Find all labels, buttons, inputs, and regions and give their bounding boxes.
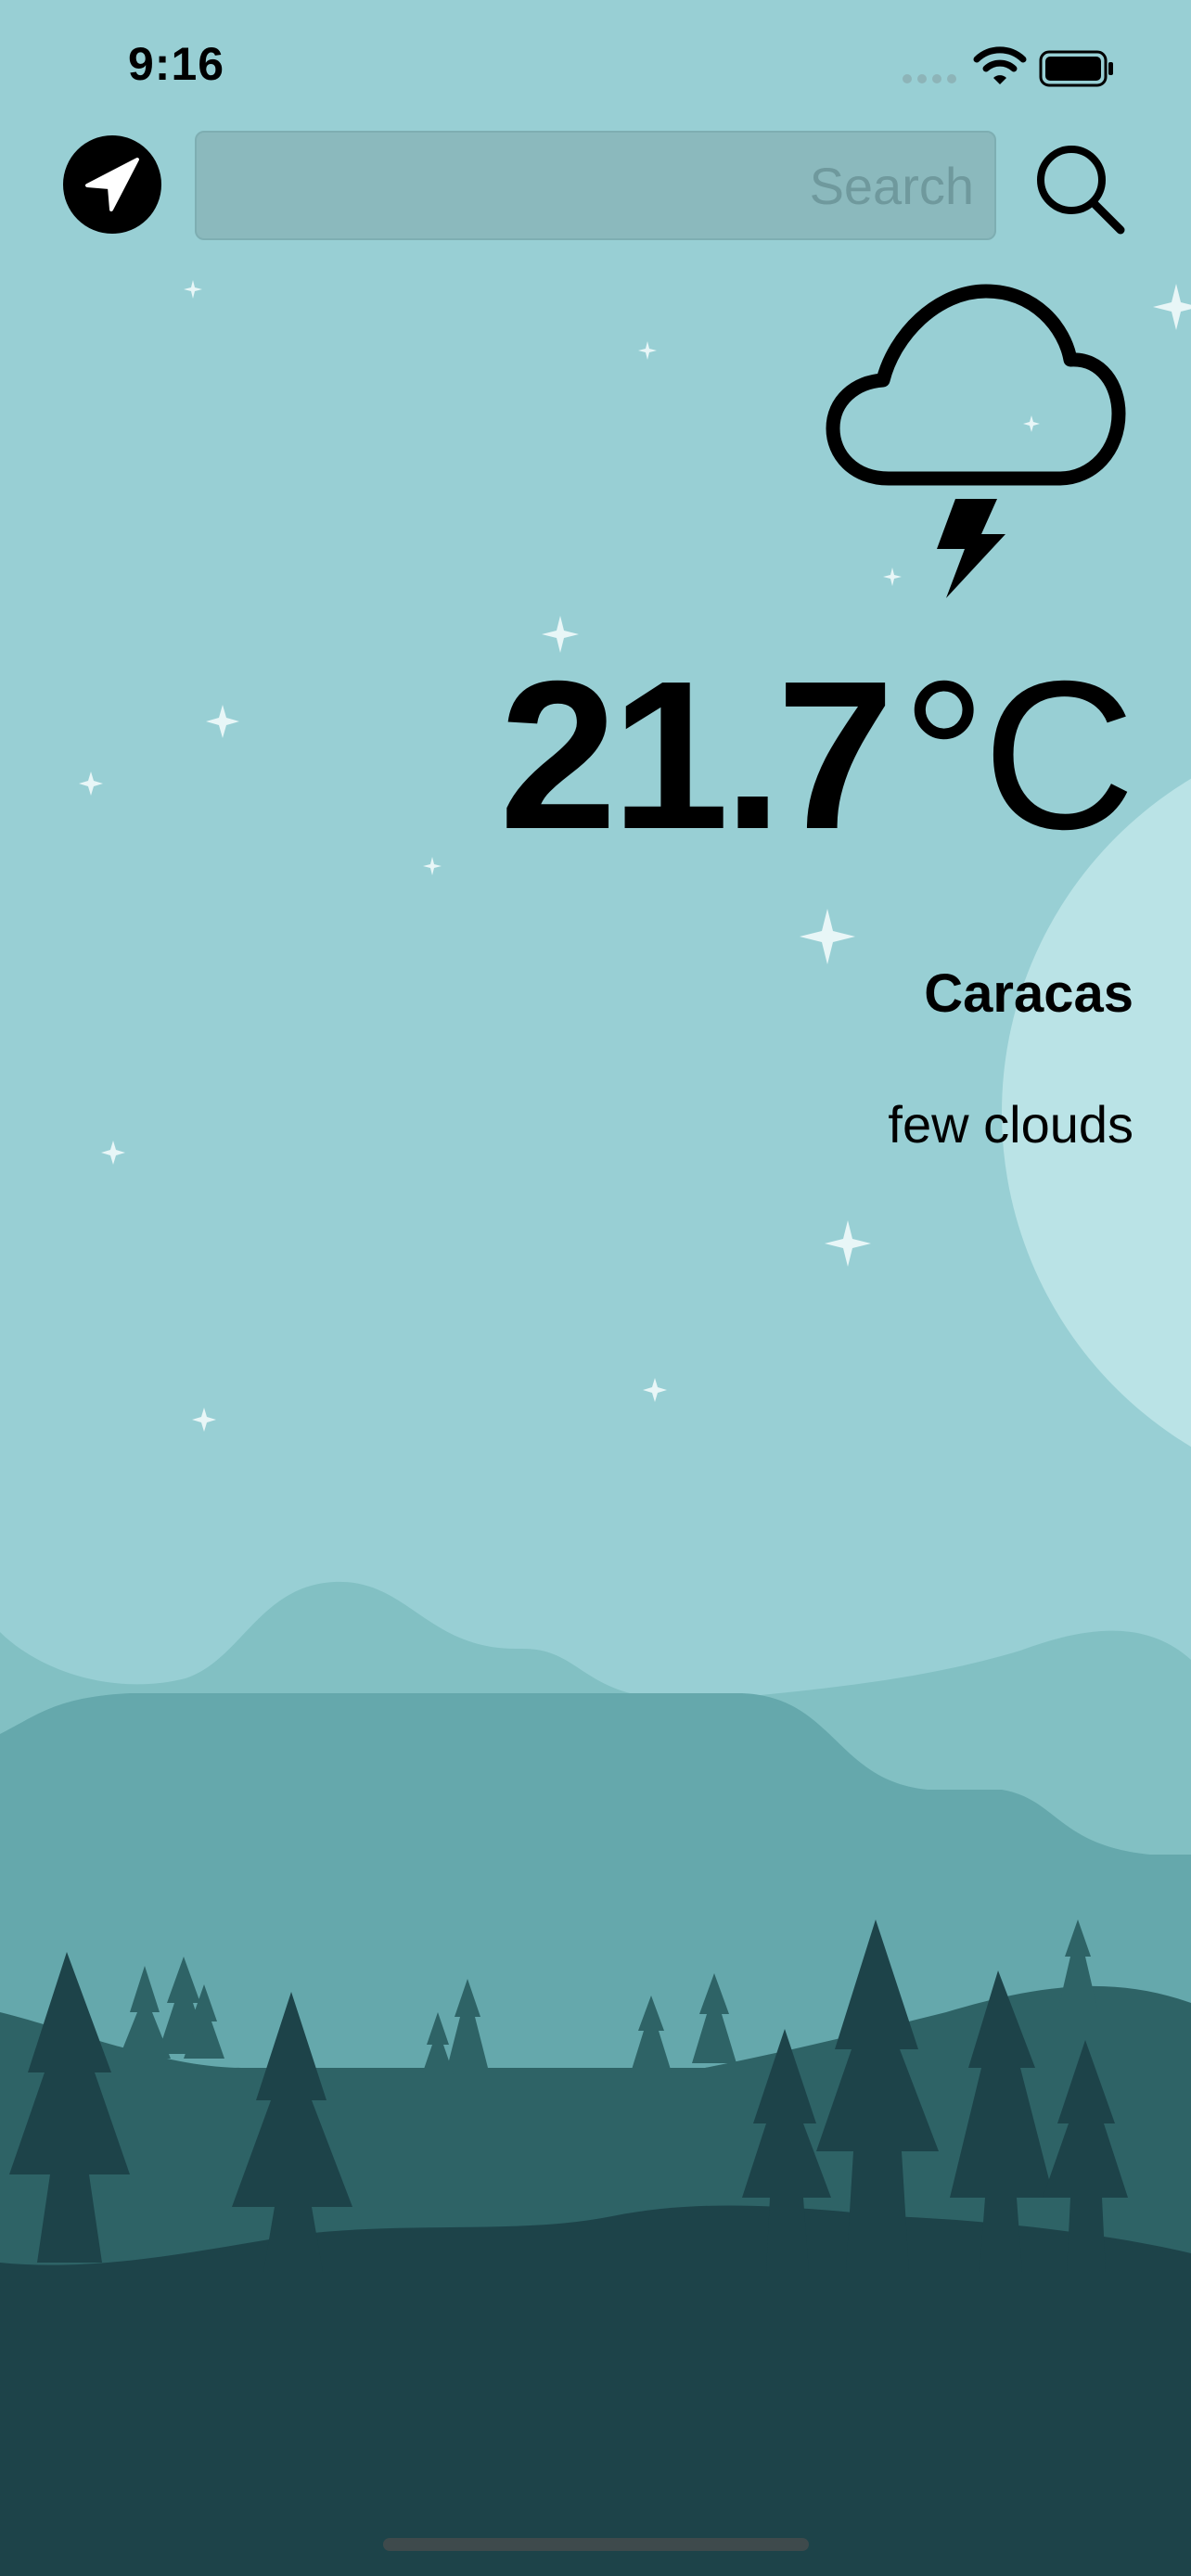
temperature-unit: °C [902, 638, 1135, 874]
city-name: Caracas [924, 963, 1133, 1024]
status-time: 9:16 [128, 38, 225, 90]
search-input[interactable] [197, 133, 994, 238]
signal-dots-icon [903, 74, 956, 83]
landscape-illustration [0, 1581, 1191, 2576]
location-arrow-icon [85, 158, 139, 211]
current-location-button[interactable] [63, 135, 161, 234]
weather-description: few clouds [888, 1095, 1133, 1154]
search-field[interactable] [195, 131, 996, 240]
cloud-lightning-icon [826, 284, 1126, 598]
temperature-value: 21.7 [499, 638, 894, 874]
temperature-display: 21.7°C [499, 649, 1135, 862]
home-indicator[interactable] [383, 2538, 809, 2551]
wifi-icon [973, 46, 1027, 84]
search-button[interactable] [1030, 139, 1132, 241]
weather-screen: 9:16 21.7°C Caracas few clouds [0, 0, 1191, 2576]
magnifier-icon [1037, 146, 1125, 235]
battery-icon [1039, 50, 1113, 87]
